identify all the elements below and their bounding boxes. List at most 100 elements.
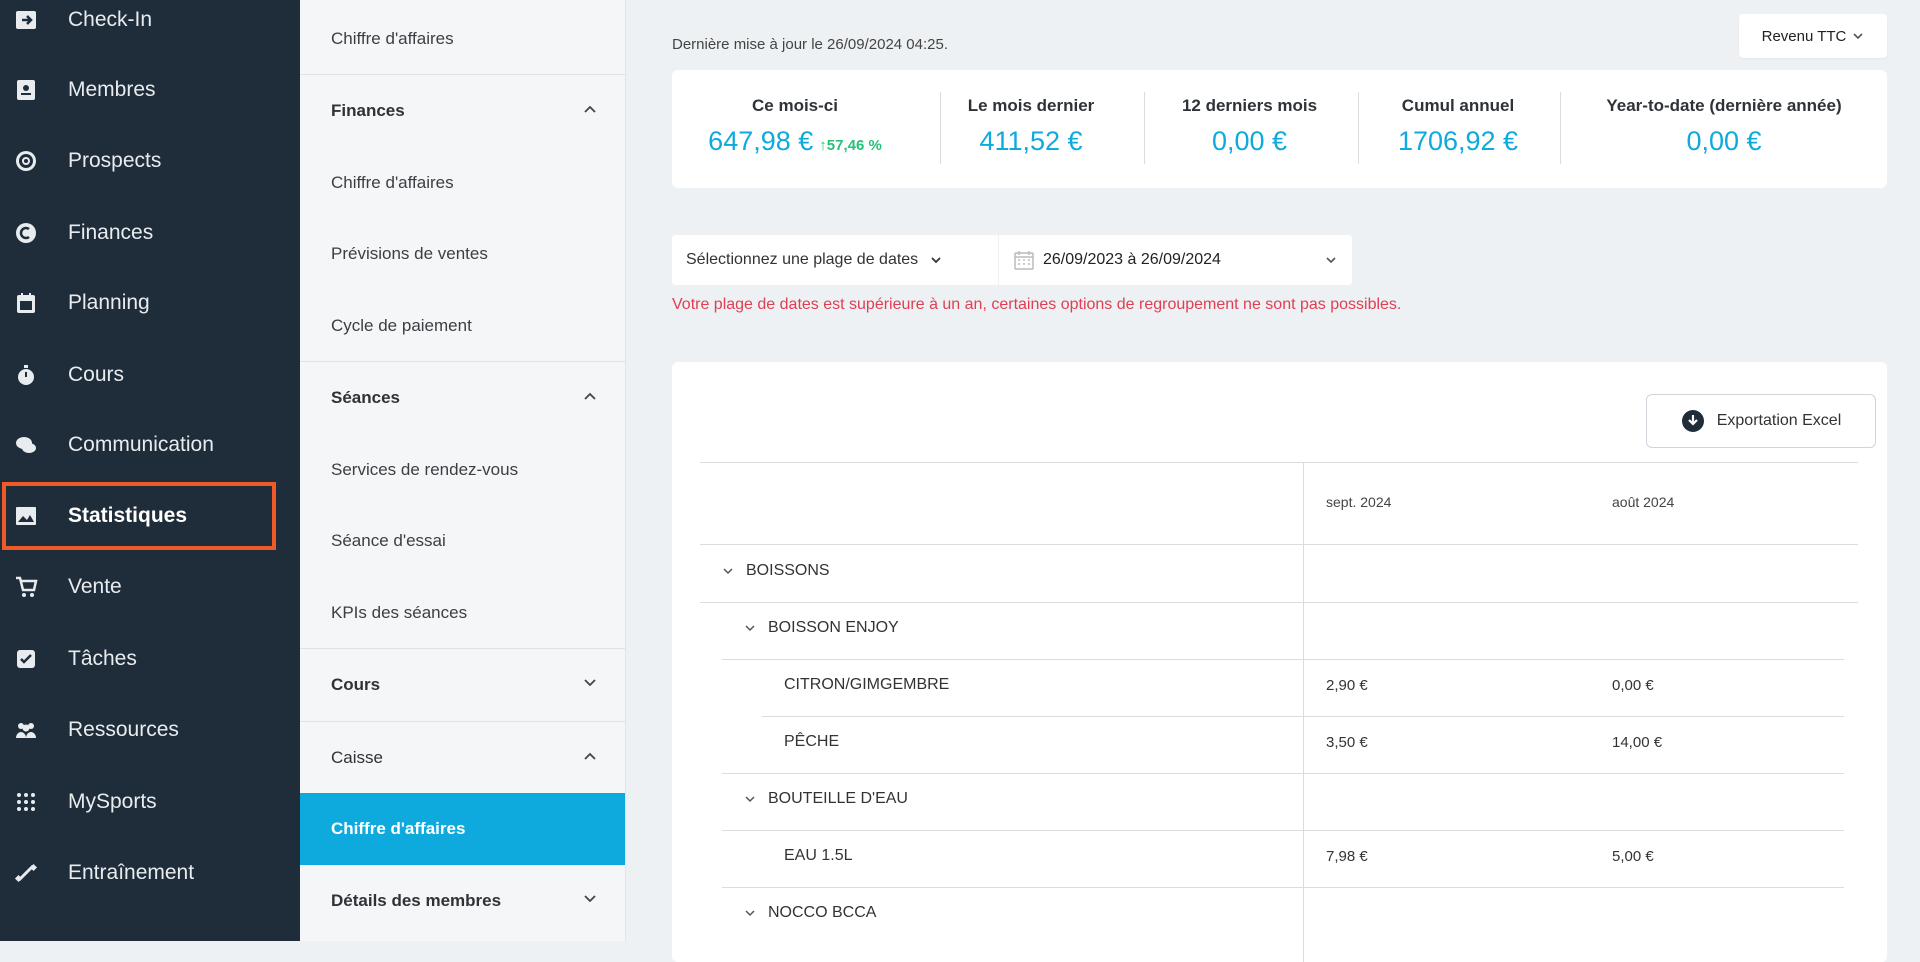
subnav-section-details-membres[interactable]: Détails des membres bbox=[300, 865, 625, 937]
table-row-group[interactable]: BOISSON ENJOY bbox=[744, 619, 899, 637]
sidebar-item-label: Vente bbox=[68, 575, 122, 598]
kpi-summary-card: Ce mois-ci 647,98 € ↑57,46 % Le mois dern… bbox=[672, 70, 1887, 188]
kpi-value: 0,00 € bbox=[1211, 126, 1288, 156]
sidebar-item-label: Communication bbox=[68, 433, 214, 456]
sidebar-item-label: Planning bbox=[68, 291, 150, 314]
subnav-item-label: Séance d'essai bbox=[331, 531, 446, 550]
divider bbox=[1560, 92, 1561, 164]
table-row-group[interactable]: NOCCO BCCA bbox=[744, 904, 876, 922]
row-label-text: EAU 1.5L bbox=[784, 847, 853, 864]
chevron-down-icon bbox=[584, 679, 596, 687]
row-divider bbox=[722, 830, 1844, 831]
kpi-this-month: Ce mois-ci 647,98 € ↑57,46 % bbox=[698, 96, 892, 157]
subnav-item-label: KPIs des séances bbox=[331, 603, 468, 622]
sidebar-item-communication[interactable]: Communication bbox=[0, 410, 300, 480]
kpi-label: Year-to-date (dernière année) bbox=[1606, 96, 1842, 115]
sidebar-item-taches[interactable]: Tâches bbox=[0, 624, 300, 694]
kpi-last-month: Le mois dernier 411,52 € bbox=[952, 96, 1110, 157]
divider bbox=[1144, 92, 1145, 164]
sidebar-item-check-in[interactable]: Check-In bbox=[0, 0, 300, 55]
calendar-icon bbox=[1014, 251, 1034, 270]
cell-value: 14,00 € bbox=[1612, 734, 1663, 751]
sidebar-item-membres[interactable]: Membres bbox=[0, 55, 300, 125]
row-label-text: NOCCO BCCA bbox=[768, 904, 877, 921]
subnav-item-chiffre-affaires[interactable]: Chiffre d'affaires bbox=[300, 3, 625, 75]
subnav-section-seances[interactable]: Séances bbox=[300, 362, 625, 434]
chevron-down-icon bbox=[931, 257, 941, 264]
sidebar-item-label: Prospects bbox=[68, 149, 162, 172]
chevron-up-icon bbox=[584, 392, 596, 400]
subnav-item-kpis-seances[interactable]: KPIs des séances bbox=[300, 577, 625, 649]
subnav-item-chiffre-affaires-caisse[interactable]: Chiffre d'affaires bbox=[300, 793, 625, 865]
kpi-label: 12 derniers mois bbox=[1181, 96, 1318, 115]
chevron-down-icon bbox=[1853, 33, 1863, 40]
subnav-section-label: Détails des membres bbox=[331, 891, 502, 910]
check-in-icon bbox=[12, 6, 40, 34]
subnav-item-cycle-paiement[interactable]: Cycle de paiement bbox=[300, 290, 625, 362]
kpi-last-12-months: 12 derniers mois 0,00 € bbox=[1152, 96, 1347, 157]
cell-value: 3,50 € bbox=[1326, 734, 1368, 751]
sidebar-item-finances[interactable]: Finances bbox=[0, 198, 300, 268]
row-divider bbox=[722, 773, 1844, 774]
revenue-type-select[interactable]: Revenu TTC bbox=[1739, 14, 1887, 58]
export-label: Exportation Excel bbox=[1716, 412, 1842, 429]
kpi-value: 1706,92 € bbox=[1397, 126, 1519, 156]
row-divider bbox=[722, 659, 1844, 660]
subnav-section-cours[interactable]: Cours bbox=[300, 649, 625, 721]
annotation-highlight-box bbox=[2, 482, 276, 550]
date-range-picker[interactable]: 26/09/2023 à 26/09/2024 bbox=[999, 235, 1352, 285]
subnav-section-label: Cours bbox=[331, 675, 381, 694]
row-label-text: CITRON/GIMGEMBRE bbox=[784, 676, 950, 693]
date-range-preset-select[interactable]: Sélectionnez une plage de dates bbox=[672, 235, 998, 285]
kpi-cumul-annuel: Cumul annuel 1706,92 € bbox=[1366, 96, 1550, 157]
sidebar-item-ressources[interactable]: Ressources bbox=[0, 695, 300, 765]
table-row-group[interactable]: BOISSONS bbox=[722, 562, 830, 580]
members-card-icon bbox=[12, 76, 40, 104]
subnav-item-label: Cycle de paiement bbox=[331, 316, 472, 335]
table-row: CITRON/GIMGEMBRE bbox=[784, 676, 949, 694]
mysports-logo-icon bbox=[12, 788, 40, 816]
cell-value: 5,00 € bbox=[1612, 848, 1654, 865]
row-divider bbox=[700, 602, 1858, 603]
euro-coin-icon bbox=[12, 219, 40, 247]
sidebar-item-label: Entraînement bbox=[68, 861, 195, 884]
cell-value: 2,90 € bbox=[1326, 677, 1368, 694]
subnav-section-finances[interactable]: Finances bbox=[300, 75, 625, 147]
sidebar-item-label: Check-In bbox=[68, 8, 153, 31]
sidebar-item-prospects[interactable]: Prospects bbox=[0, 126, 300, 196]
chevron-down-icon bbox=[584, 895, 596, 903]
table-top-border bbox=[700, 462, 1858, 463]
kpi-value: 411,52 € bbox=[979, 126, 1083, 156]
calendar-icon bbox=[12, 289, 40, 317]
subnav-item-chiffre-affaires-finances[interactable]: Chiffre d'affaires bbox=[300, 147, 625, 219]
sidebar-item-entrainement[interactable]: Entraînement bbox=[0, 838, 300, 908]
chevron-down-icon bbox=[1326, 257, 1336, 264]
revenue-select-label: Revenu TTC bbox=[1761, 27, 1847, 45]
chevron-down-icon bbox=[745, 910, 755, 917]
sidebar-item-planning[interactable]: Planning bbox=[0, 268, 300, 338]
subnav-item-seance-essai[interactable]: Séance d'essai bbox=[300, 505, 625, 577]
export-excel-button[interactable]: Exportation Excel bbox=[1646, 394, 1876, 448]
subnav-item-label: Prévisions de ventes bbox=[331, 244, 488, 263]
sidebar-item-vente[interactable]: Vente bbox=[0, 552, 300, 622]
table-row-group[interactable]: BOUTEILLE D'EAU bbox=[744, 790, 908, 808]
sidebar-item-mysports[interactable]: MySports bbox=[0, 767, 300, 837]
table-header-border bbox=[700, 544, 1858, 545]
kpi-value: 0,00 € bbox=[1686, 126, 1762, 156]
subnav-item-services-rdv[interactable]: Services de rendez-vous bbox=[300, 434, 625, 506]
subnav-item-label: Chiffre d'affaires bbox=[331, 819, 466, 838]
sidebar-item-label: MySports bbox=[68, 790, 157, 813]
chevron-down-icon bbox=[723, 568, 733, 575]
sidebar-item-label: Membres bbox=[68, 78, 156, 101]
chevron-down-icon bbox=[745, 625, 755, 632]
shopping-cart-icon bbox=[12, 573, 40, 601]
people-group-icon bbox=[12, 716, 40, 744]
chevron-down-icon bbox=[745, 796, 755, 803]
subnav-section-caisse[interactable]: Caisse bbox=[300, 722, 625, 794]
sidebar-item-cours[interactable]: Cours bbox=[0, 340, 300, 410]
chevron-up-icon bbox=[584, 105, 596, 113]
kpi-value: 647,98 € ↑57,46 % bbox=[698, 126, 892, 157]
chevron-up-icon bbox=[584, 752, 596, 760]
subnav-item-previsions-ventes[interactable]: Prévisions de ventes bbox=[300, 218, 625, 290]
row-label-text: BOISSONS bbox=[746, 562, 830, 579]
